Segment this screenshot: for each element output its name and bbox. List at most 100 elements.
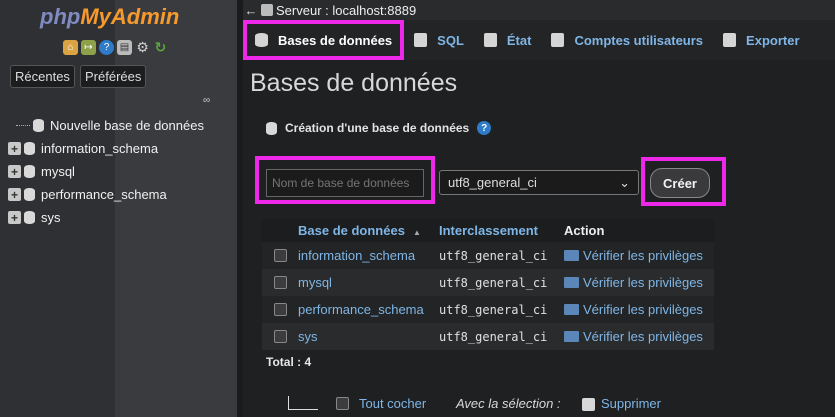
row-checkbox[interactable] xyxy=(273,303,287,316)
home-icon[interactable]: ⌂ xyxy=(63,40,78,55)
server-icon xyxy=(261,4,273,16)
privileges-icon xyxy=(564,250,579,261)
database-link[interactable]: performance_schema xyxy=(298,302,439,317)
nav-icon-bar: ⌂ ↦ ? ▤ ⚙ ↻ xyxy=(63,39,168,55)
column-action: Action xyxy=(564,223,605,238)
total-count: Total : 4 xyxy=(266,355,312,369)
privileges-icon xyxy=(564,331,579,342)
check-privileges-link[interactable]: Vérifier les privilèges xyxy=(564,329,714,344)
tab-label: État xyxy=(506,32,532,48)
action-label: Vérifier les privilèges xyxy=(583,248,703,263)
new-database-icon xyxy=(266,121,277,135)
with-selected-label: Avec la sélection : xyxy=(456,396,561,411)
database-link[interactable]: sys xyxy=(298,329,439,344)
tree-item-sys[interactable]: + sys xyxy=(8,210,61,225)
documentation-icon[interactable]: ▤ xyxy=(117,40,132,55)
expand-icon[interactable]: + xyxy=(8,188,21,202)
delete-button[interactable]: Supprimer xyxy=(601,396,661,411)
help-icon[interactable]: ? xyxy=(99,40,114,55)
tab-user-accounts[interactable]: Comptes utilisateurs xyxy=(541,20,713,60)
row-check-cell xyxy=(262,303,298,316)
collapse-arrow-icon[interactable]: ← xyxy=(243,3,259,18)
row-check-cell xyxy=(262,276,298,289)
row-check-cell xyxy=(262,249,298,262)
tree-item-label: performance_schema xyxy=(41,187,167,202)
collation-cell: utf8_general_ci xyxy=(439,275,548,290)
selection-arrow-icon xyxy=(288,396,318,410)
check-privileges-link[interactable]: Vérifier les privilèges xyxy=(564,302,714,317)
table-row: information_schema utf8_general_ci Vérif… xyxy=(262,242,714,269)
databases-table: Base de données ▲ Interclassement Action … xyxy=(262,219,714,350)
sort-arrow-icon: ▲ xyxy=(412,228,421,237)
sql-icon xyxy=(414,33,428,47)
collation-select[interactable]: utf8_general_ci ⌄ xyxy=(439,170,639,195)
tree-item-new-database[interactable]: Nouvelle base de données xyxy=(16,118,204,133)
row-checkbox[interactable] xyxy=(273,330,287,343)
check-all-link[interactable]: Tout cocher xyxy=(359,396,426,411)
delete-icon[interactable] xyxy=(582,398,595,411)
server-breadcrumb: ← Serveur : localhost:8889 xyxy=(243,0,835,20)
action-label: Vérifier les privilèges xyxy=(583,275,703,290)
link-icon[interactable]: ∞ xyxy=(203,95,210,106)
new-database-label: Nouvelle base de données xyxy=(50,118,204,133)
page-title: Bases de données xyxy=(250,69,458,97)
privileges-icon xyxy=(564,304,579,315)
table-row: sys utf8_general_ci Vérifier les privilè… xyxy=(262,323,714,350)
database-icon xyxy=(255,33,268,47)
navigation-panel: phpMyAdmin ⌂ ↦ ? ▤ ⚙ ↻ Récentes Préférée… xyxy=(0,0,237,417)
heading-label: Création d'une base de données xyxy=(285,121,470,135)
row-checkbox[interactable] xyxy=(273,249,287,262)
tree-item-performance-schema[interactable]: + performance_schema xyxy=(8,187,167,202)
favorites-tab[interactable]: Préférées xyxy=(80,65,147,88)
help-icon[interactable]: ? xyxy=(477,121,492,135)
expand-icon[interactable]: + xyxy=(8,211,21,225)
column-database[interactable]: Base de données ▲ xyxy=(298,223,439,238)
tab-status[interactable]: État xyxy=(474,20,542,60)
tab-label: Exporter xyxy=(746,32,800,48)
create-button[interactable]: Créer xyxy=(650,168,710,198)
expand-icon[interactable]: + xyxy=(8,165,21,179)
row-checkbox[interactable] xyxy=(273,276,287,289)
tab-sql[interactable]: SQL xyxy=(404,20,474,60)
server-label[interactable]: Serveur : localhost:8889 xyxy=(276,3,416,18)
column-collation[interactable]: Interclassement xyxy=(439,223,564,238)
tree-item-label: mysql xyxy=(41,164,75,179)
collation-value: utf8_general_ci xyxy=(448,175,537,190)
check-privileges-link[interactable]: Vérifier les privilèges xyxy=(564,248,714,263)
table-header: Base de données ▲ Interclassement Action xyxy=(262,219,714,242)
tab-databases[interactable]: Bases de données xyxy=(243,20,405,60)
row-check-cell xyxy=(262,330,298,343)
tree-item-mysql[interactable]: + mysql xyxy=(8,164,75,179)
logout-icon[interactable]: ↦ xyxy=(81,40,96,55)
database-link[interactable]: mysql xyxy=(298,275,439,290)
database-icon xyxy=(24,211,35,224)
main-tabs: Bases de données SQL État Comptes utilis… xyxy=(243,20,835,60)
action-label: Vérifier les privilèges xyxy=(583,329,703,344)
action-label: Vérifier les privilèges xyxy=(583,302,703,317)
nav-shade xyxy=(115,0,237,417)
check-privileges-link[interactable]: Vérifier les privilèges xyxy=(564,275,714,290)
collation-cell: utf8_general_ci xyxy=(439,329,548,344)
tab-export[interactable]: Exporter xyxy=(713,20,809,60)
panel-divider[interactable] xyxy=(237,0,243,417)
database-name-input[interactable] xyxy=(266,169,424,197)
tree-item-label: information_schema xyxy=(41,141,159,156)
tree-item-label: sys xyxy=(41,210,61,225)
database-icon xyxy=(24,188,35,201)
tab-label: Comptes utilisateurs xyxy=(574,32,704,48)
database-icon xyxy=(24,142,35,155)
table-row: performance_schema utf8_general_ci Vérif… xyxy=(262,296,714,323)
new-database-icon xyxy=(33,119,44,132)
database-link[interactable]: information_schema xyxy=(298,248,439,263)
check-all-checkbox[interactable] xyxy=(336,397,349,410)
status-icon xyxy=(483,33,497,47)
expand-icon[interactable]: + xyxy=(8,142,21,156)
recent-tab[interactable]: Récentes xyxy=(10,65,75,88)
users-icon xyxy=(551,33,565,47)
phpmyadmin-logo[interactable]: phpMyAdmin xyxy=(40,4,179,30)
export-icon xyxy=(723,33,737,47)
gear-icon[interactable]: ⚙ xyxy=(135,39,150,55)
reload-icon[interactable]: ↻ xyxy=(153,39,168,55)
tree-item-information-schema[interactable]: + information_schema xyxy=(8,141,158,156)
collation-cell: utf8_general_ci xyxy=(439,248,548,263)
